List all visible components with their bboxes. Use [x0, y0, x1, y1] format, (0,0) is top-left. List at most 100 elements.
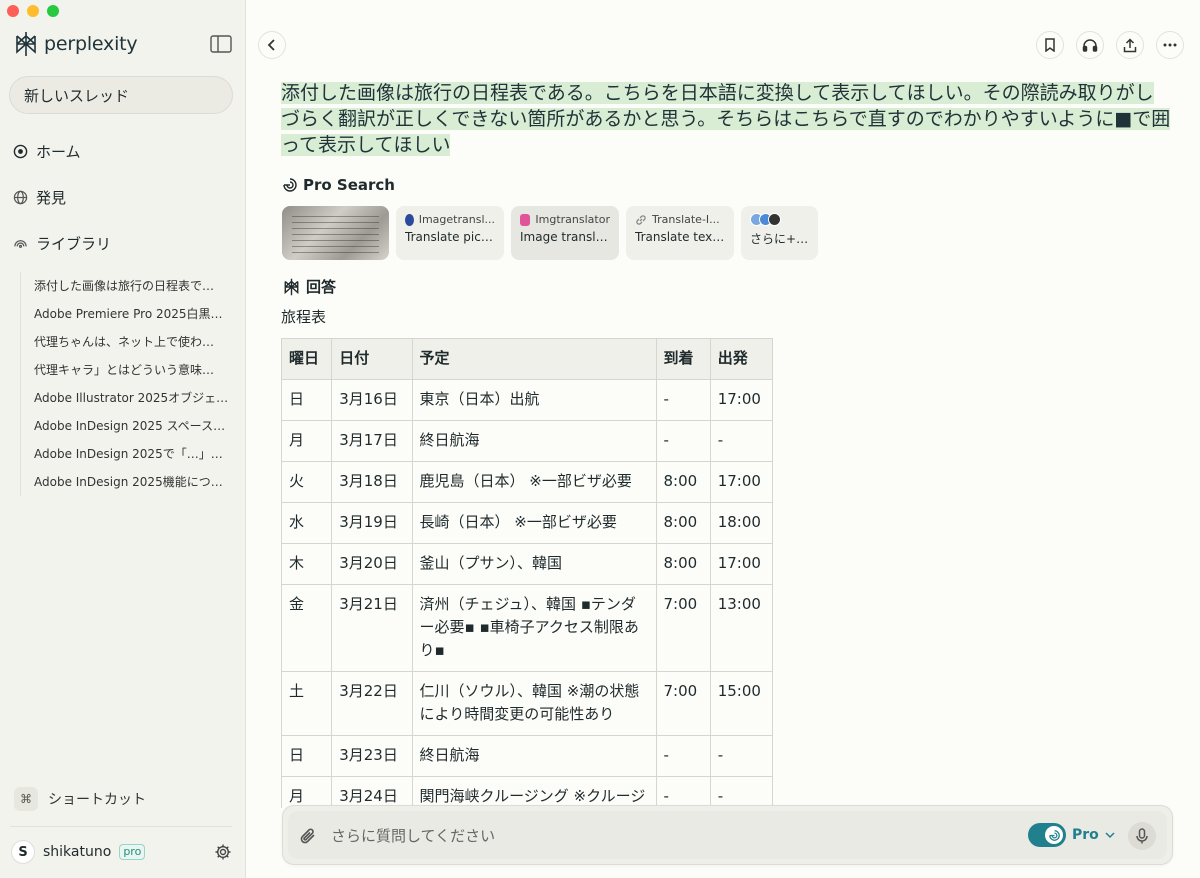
follow-up-input[interactable]: [331, 824, 951, 848]
globe-icon: [13, 190, 28, 205]
table-row: 土 3月22日 仁川（ソウル）、韓国 ※潮の状態により時間変更の可能性あり 7:…: [281, 671, 773, 736]
history-item[interactable]: 代理キャラ」とはどういう意味…: [34, 356, 230, 384]
table-cell: 17:00: [709, 379, 773, 421]
history-item[interactable]: Adobe Illustrator 2025オブジェ…: [34, 384, 230, 412]
pro-switch-knob: [1045, 826, 1063, 844]
history-item[interactable]: Adobe InDesign 2025 スペース…: [34, 412, 230, 440]
more-sources-label: さらに+6件: [750, 232, 809, 246]
answer-title: 旅程表: [281, 308, 327, 326]
nav-library[interactable]: ライブラリ: [13, 233, 111, 254]
bookmark-button[interactable]: [1036, 31, 1064, 59]
nav-discover-label: 発見: [36, 189, 67, 207]
chevron-left-icon: [267, 39, 275, 51]
back-button[interactable]: [258, 31, 286, 59]
source-title: Image translat...: [520, 230, 610, 244]
source-card[interactable]: Imgtranslator Image translat...: [511, 206, 619, 260]
history-item[interactable]: Adobe InDesign 2025機能につ…: [34, 468, 230, 496]
pro-badge: pro: [119, 844, 146, 860]
close-window-button[interactable]: [7, 5, 19, 17]
pro-toggle[interactable]: Pro: [1028, 823, 1115, 847]
source-site: Translate-I...: [652, 213, 720, 226]
more-sources-button[interactable]: さらに+6件: [741, 206, 818, 260]
table-cell: 7:00: [655, 671, 711, 736]
pro-search-label: Pro Search: [303, 176, 395, 194]
thread-actions: [1036, 31, 1184, 59]
maximize-window-button[interactable]: [47, 5, 59, 17]
table-cell: 長崎（日本） ※一部ビザ必要: [411, 502, 657, 544]
table-row: 金 3月21日 済州（チェジュ）、韓国 ▪テンダー必要▪ ▪車椅子アクセス制限あ…: [281, 584, 773, 672]
table-cell: 8:00: [655, 502, 711, 544]
share-button[interactable]: [1116, 31, 1144, 59]
new-thread-button[interactable]: 新しいスレッド: [9, 76, 233, 114]
table-cell: 月: [281, 420, 333, 462]
table-cell: 鹿児島（日本） ※一部ビザ必要: [411, 461, 657, 503]
table-cell: 仁川（ソウル）、韓国 ※潮の状態により時間変更の可能性あり: [411, 671, 657, 736]
table-cell: 3月20日: [331, 543, 413, 585]
table-cell: -: [655, 776, 711, 808]
share-icon: [1123, 37, 1137, 52]
table-cell: 関門海峡クルージング ※クルージングのみ: [411, 776, 657, 808]
headphones-icon: [1082, 39, 1098, 52]
home-icon: [13, 144, 28, 159]
table-row: 水 3月19日 長崎（日本） ※一部ビザ必要 8:00 18:00: [281, 502, 773, 544]
user-profile[interactable]: S shikatuno pro: [11, 840, 146, 864]
sidebar: perplexity 新しいスレッド ホーム 発見 ライブラリ 添付した画像は旅…: [0, 0, 246, 878]
source-card[interactable]: Imagetransl... Translate pict...: [396, 206, 504, 260]
table-cell: 済州（チェジュ）、韓国 ▪テンダー必要▪ ▪車椅子アクセス制限あり▪: [411, 584, 657, 672]
nav-home[interactable]: ホーム: [13, 141, 81, 162]
chevron-down-icon[interactable]: [1105, 831, 1115, 839]
attached-image-thumbnail[interactable]: [282, 206, 389, 260]
paperclip-icon[interactable]: [299, 826, 317, 846]
library-icon: [14, 240, 27, 248]
minimize-window-button[interactable]: [27, 5, 39, 17]
source-title: Translate pict...: [405, 230, 495, 244]
history-item[interactable]: 添付した画像は旅行の日程表で…: [34, 272, 230, 300]
table-cell: 終日航海: [411, 735, 657, 777]
gear-icon[interactable]: [214, 843, 232, 861]
brand-logo[interactable]: perplexity: [14, 31, 138, 57]
itinerary-table-container: 曜日 日付 予定 到着 出発 日 3月16日 東京（日本）出航 - 17:00 …: [281, 338, 773, 808]
table-cell: 8:00: [655, 461, 711, 503]
history-list: 添付した画像は旅行の日程表で… Adobe Premiere Pro 2025白…: [20, 272, 230, 496]
imagetranslate-favicon: [405, 213, 414, 226]
table-cell: 3月21日: [331, 584, 413, 672]
source-card[interactable]: Translate-I... Translate text...: [626, 206, 734, 260]
table-row: 月 3月24日 関門海峡クルージング ※クルージングのみ - -: [281, 776, 773, 808]
table-cell: 17:00: [709, 461, 773, 503]
sidebar-divider: [10, 826, 232, 827]
table-row: 月 3月17日 終日航海 - -: [281, 420, 773, 462]
user-query-text: 添付した画像は旅行の日程表である。こちらを日本語に変換して表示してほしい。その際…: [281, 82, 1171, 156]
table-row: 日 3月16日 東京（日本）出航 - 17:00: [281, 379, 773, 421]
history-item[interactable]: Adobe Premiere Pro 2025白黒…: [34, 300, 230, 328]
answer-header: 回答: [283, 276, 336, 297]
table-cell: 17:00: [709, 543, 773, 585]
column-header: 予定: [411, 338, 657, 380]
column-header: 曜日: [281, 338, 333, 380]
table-cell: 木: [281, 543, 333, 585]
nav-library-label: ライブラリ: [36, 235, 112, 253]
window-controls: [7, 5, 59, 17]
table-cell: 水: [281, 502, 333, 544]
sidebar-toggle-icon[interactable]: [210, 35, 232, 53]
table-cell: 3月22日: [331, 671, 413, 736]
table-cell: 3月16日: [331, 379, 413, 421]
table-cell: -: [655, 379, 711, 421]
bookmark-icon: [1045, 38, 1055, 52]
more-options-button[interactable]: [1156, 31, 1184, 59]
table-cell: 土: [281, 671, 333, 736]
microphone-button[interactable]: [1128, 822, 1156, 850]
table-cell: 8:00: [655, 543, 711, 585]
table-cell: 終日航海: [411, 420, 657, 462]
table-cell: 3月23日: [331, 735, 413, 777]
listen-button[interactable]: [1076, 31, 1104, 59]
nav-discover[interactable]: 発見: [13, 187, 66, 208]
table-cell: 3月17日: [331, 420, 413, 462]
table-row: 木 3月20日 釜山（プサン）、韓国 8:00 17:00: [281, 543, 773, 585]
shortcuts-button[interactable]: ⌘ ショートカット: [14, 787, 146, 811]
pro-switch[interactable]: [1028, 823, 1066, 847]
history-item[interactable]: 代理ちゃんは、ネット上で使わ…: [34, 328, 230, 356]
itinerary-table: 曜日 日付 予定 到着 出発 日 3月16日 東京（日本）出航 - 17:00 …: [281, 338, 773, 808]
history-item[interactable]: Adobe InDesign 2025で「…」…: [34, 440, 230, 468]
table-cell: 月: [281, 776, 333, 808]
perplexity-logo-icon: [284, 278, 299, 295]
